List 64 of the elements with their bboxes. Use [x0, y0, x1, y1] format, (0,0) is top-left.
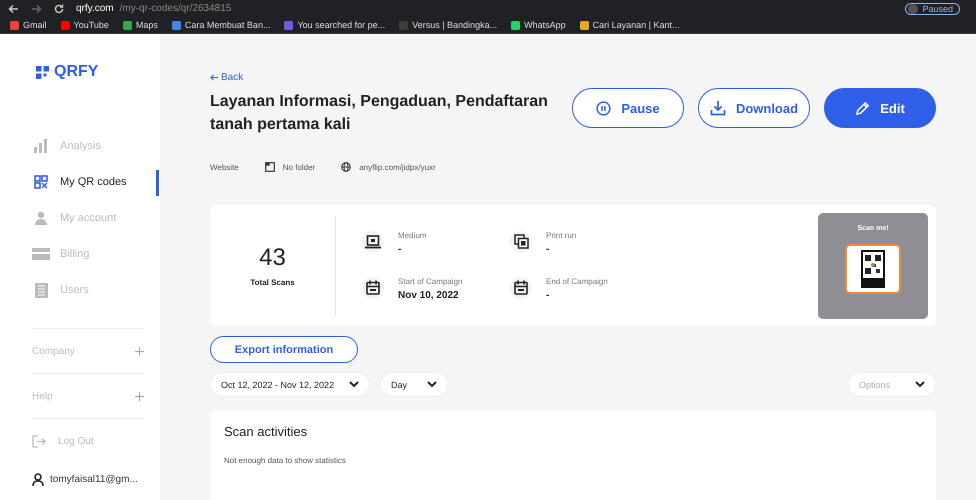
avatar-icon — [908, 4, 918, 14]
pencil-icon — [855, 100, 870, 116]
empty-message: Not enough data to show statistics — [224, 456, 347, 465]
bookmark[interactable]: Cara Membuat Ban... — [172, 20, 270, 30]
field-value: - — [398, 244, 402, 254]
bar-chart-icon — [33, 139, 49, 153]
back-arrow-icon[interactable] — [8, 4, 19, 14]
plus-icon — [135, 392, 144, 400]
edit-button[interactable]: Edit — [824, 88, 936, 128]
field-label: Medium — [398, 230, 426, 240]
chevron-down-icon — [427, 381, 437, 388]
user-email: tomyfaisal11@gm... — [50, 474, 138, 484]
back-link[interactable]: Back — [210, 72, 244, 83]
bookmark[interactable]: Cari Layanan | Kant... — [580, 20, 680, 30]
bookmark[interactable]: Maps — [122, 20, 158, 30]
interval-dropdown[interactable]: Day — [380, 372, 448, 397]
pause-icon — [596, 100, 612, 116]
bookmark[interactable]: You searched for pe... — [284, 20, 386, 30]
bookmark[interactable]: WhatsApp — [511, 20, 566, 30]
forward-arrow-icon[interactable] — [31, 4, 42, 14]
bookmark[interactable]: Gmail — [10, 20, 47, 30]
field-value: - — [546, 290, 550, 300]
url-link[interactable]: anyflip.com/jidpx/yuxr — [359, 162, 436, 172]
field-value: - — [546, 244, 550, 254]
download-button[interactable]: Download — [698, 88, 810, 128]
globe-icon — [341, 162, 352, 172]
field-label: End of Campaign — [546, 276, 608, 286]
folder-icon — [264, 162, 275, 172]
address-bar[interactable]: qrfy.com /my-qr-codes/qr/2634815 — [76, 3, 894, 14]
folder-label: No folder — [282, 162, 316, 172]
calendar-icon — [514, 280, 528, 295]
field-label: Print run — [546, 230, 576, 240]
chevron-down-icon — [349, 381, 359, 388]
qr-code-icon — [34, 175, 48, 189]
field-value: Nov 10, 2022 — [398, 290, 460, 300]
bookmark[interactable]: Versus | Bandingka... — [399, 20, 498, 30]
section-title: Scan activities — [224, 424, 308, 439]
user-icon — [32, 472, 44, 486]
logo-text: QRFY — [54, 63, 98, 81]
export-button[interactable]: Export information — [210, 336, 358, 363]
page-title: Layanan Informasi, Pengaduan, Pendaftaran tanah pertama kali — [210, 92, 549, 135]
reload-icon[interactable] — [54, 4, 64, 14]
arrow-left-icon — [210, 74, 218, 81]
download-icon — [710, 100, 726, 116]
copies-icon — [514, 234, 528, 249]
card-icon — [32, 248, 50, 260]
field-label: Start of Campaign — [398, 276, 462, 286]
qr-type: Website — [210, 162, 239, 172]
scan-count-label: Total Scans — [250, 278, 295, 287]
scan-count: 43 — [259, 244, 286, 272]
logout-icon — [32, 434, 46, 448]
qr-poster-drawing — [845, 244, 901, 294]
calendar-icon — [366, 280, 380, 295]
profile-button[interactable]: Paused — [905, 2, 960, 14]
pause-button[interactable]: Pause — [572, 88, 684, 128]
logo-icon — [36, 66, 49, 78]
table-icon — [34, 282, 48, 298]
plus-icon — [135, 346, 144, 356]
person-icon — [34, 211, 48, 225]
laptop-icon — [365, 234, 381, 248]
date-range-dropdown[interactable]: Oct 12, 2022 - Nov 12, 2022 — [210, 372, 370, 397]
nav-item[interactable]: My QR codes — [32, 164, 160, 200]
chevron-down-icon — [915, 381, 925, 388]
bookmark[interactable]: YouTube — [60, 20, 109, 30]
